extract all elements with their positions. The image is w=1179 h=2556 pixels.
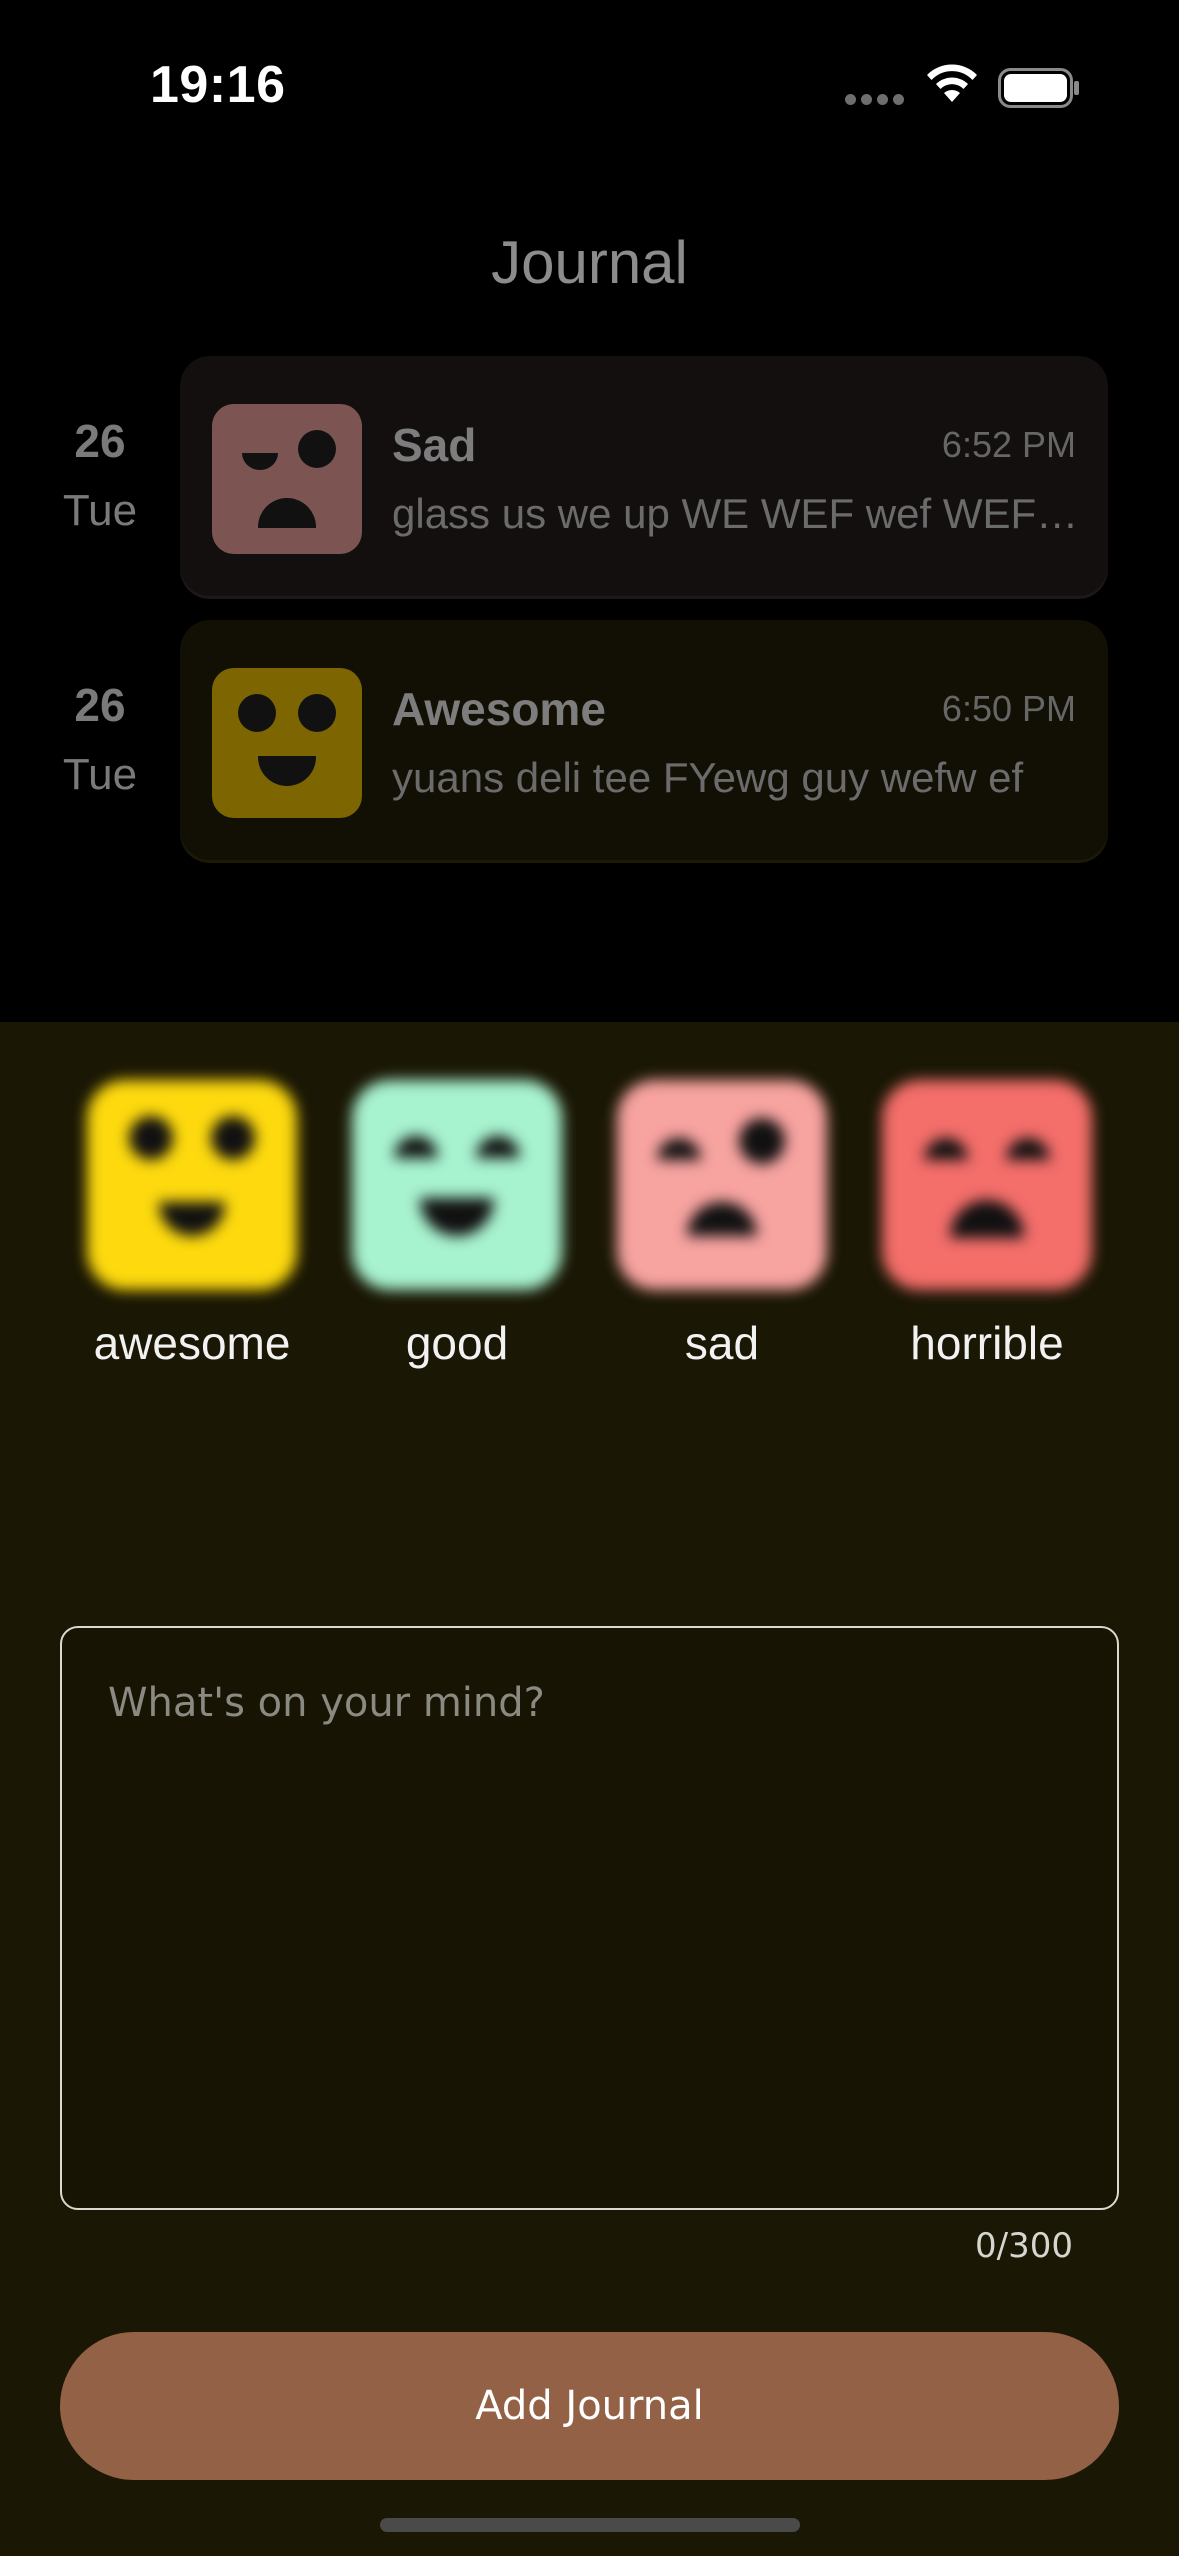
entry-weekday: Tue — [62, 486, 138, 535]
good-face-icon — [352, 1080, 562, 1290]
mood-label: sad — [684, 1317, 760, 1369]
battery-icon — [998, 68, 1079, 108]
awesome-face-icon — [212, 668, 362, 818]
awesome-face-icon — [87, 1080, 297, 1290]
entry-text: yuans deli tee FYewg guy wefw ef — [392, 754, 1024, 801]
entry-day: 26 — [74, 415, 126, 467]
entry-date: 26 Tue — [40, 678, 160, 800]
entry-mood: Sad — [392, 419, 477, 471]
entry-card[interactable]: Sad 6:52 PM glass us we up WE WEF wef WE… — [180, 356, 1108, 596]
horrible-face-icon — [882, 1080, 1092, 1290]
entry-weekday: Tue — [62, 750, 138, 799]
mood-label: good — [405, 1317, 509, 1369]
mood-option-horrible[interactable]: horrible — [867, 1080, 1107, 1370]
mood-label: awesome — [93, 1317, 291, 1369]
add-journal-button[interactable]: Add Journal — [60, 2332, 1119, 2480]
entry-day: 26 — [74, 679, 126, 731]
mood-option-sad[interactable]: sad — [602, 1080, 842, 1370]
home-indicator[interactable] — [380, 2518, 800, 2532]
wifi-icon — [927, 64, 977, 102]
entry-time: 6:50 PM — [941, 688, 1076, 729]
mood-option-good[interactable]: good — [337, 1080, 577, 1370]
sad-face-icon — [212, 404, 362, 554]
entry-card[interactable]: Awesome 6:50 PM yuans deli tee FYewg guy… — [180, 620, 1108, 860]
sad-face-icon — [617, 1080, 827, 1290]
journal-entry-awesome: 26 Tue Awesome 6:50 PM yuans deli tee FY… — [0, 620, 1179, 860]
status-bar: 19:16 — [0, 0, 1179, 170]
journal-textarea[interactable] — [108, 1680, 1071, 2156]
page-title: Journal — [491, 229, 688, 296]
entry-text: glass us we up WE WEF wef WEF we — [392, 490, 1082, 537]
mood-label: horrible — [910, 1317, 1064, 1369]
entry-mood: Awesome — [392, 683, 606, 735]
journal-text-field[interactable] — [60, 1626, 1119, 2210]
cellular-signal-icon — [845, 94, 905, 106]
character-counter: 0/300 — [975, 2226, 1073, 2266]
entry-date: 26 Tue — [40, 414, 160, 536]
entry-time: 6:52 PM — [941, 424, 1076, 465]
status-time: 19:16 — [150, 56, 286, 114]
mood-option-awesome[interactable]: awesome — [72, 1080, 312, 1370]
journal-entry-sad: 26 Tue Sad 6:52 PM glass us we up WE WEF… — [0, 356, 1179, 596]
